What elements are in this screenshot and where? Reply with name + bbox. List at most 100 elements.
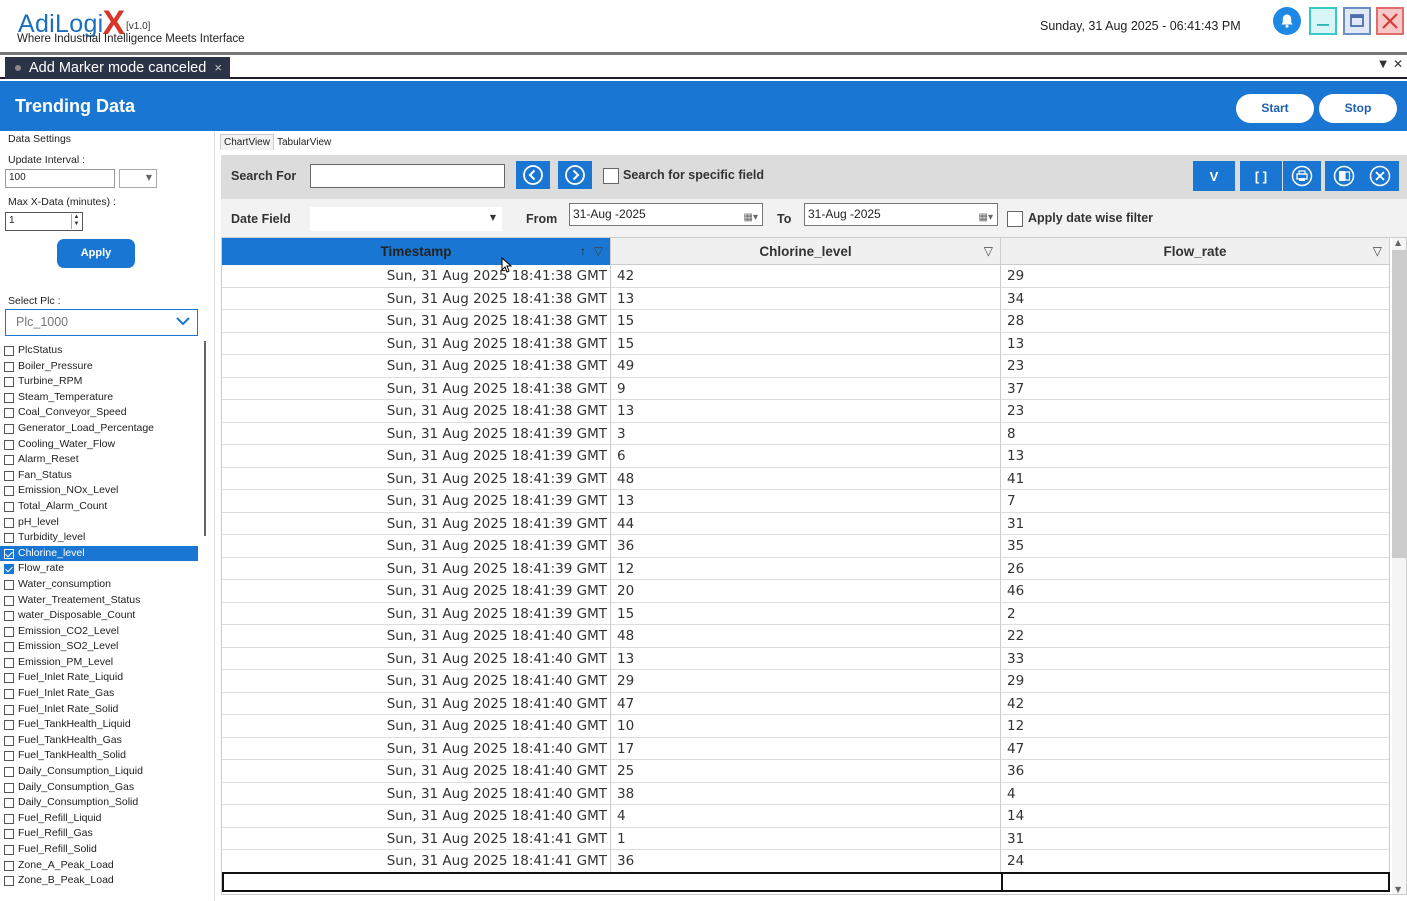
field-checkbox[interactable] [4, 642, 14, 653]
from-date-input[interactable]: 31-Aug -2025 ▦▾ [569, 203, 763, 226]
field-item[interactable]: Daily_Consumption_Solid [0, 795, 208, 811]
cell-timestamp[interactable]: Sun, 31 Aug 2025 18:41:40 GMT [222, 805, 611, 828]
cell-chlorine-level[interactable]: 48 [611, 625, 1001, 648]
cell-flow-rate[interactable]: 2 [1001, 602, 1390, 625]
field-checkbox[interactable] [4, 782, 14, 793]
cell-timestamp[interactable]: Sun, 31 Aug 2025 18:41:38 GMT [222, 332, 611, 355]
cell-flow-rate[interactable]: 42 [1001, 692, 1390, 715]
cell-timestamp[interactable]: Sun, 31 Aug 2025 18:41:39 GMT [222, 557, 611, 580]
table-row[interactable]: Sun, 31 Aug 2025 18:41:38 GMT 13 23 [222, 400, 1390, 423]
spinner-icon[interactable]: ▲ ▼ [71, 214, 81, 229]
field-checkbox[interactable] [4, 689, 14, 700]
cell-flow-rate[interactable]: 36 [1001, 760, 1390, 783]
field-checkbox[interactable] [4, 346, 14, 356]
field-item[interactable]: Emission_CO2_Level [0, 624, 208, 640]
field-checkbox[interactable] [4, 361, 14, 372]
cell-timestamp[interactable]: Sun, 31 Aug 2025 18:41:38 GMT [222, 377, 611, 400]
table-row[interactable]: Sun, 31 Aug 2025 18:41:38 GMT 15 13 [222, 332, 1390, 355]
cell-flow-rate[interactable]: 12 [1001, 715, 1390, 738]
field-item[interactable]: Fuel_Inlet Rate_Solid [0, 702, 208, 718]
field-item[interactable]: Cooling_Water_Flow [0, 437, 208, 453]
scroll-up-icon[interactable]: ▲ [1395, 238, 1401, 247]
cell-flow-rate[interactable]: 8 [1001, 422, 1390, 445]
cell-timestamp[interactable]: Sun, 31 Aug 2025 18:41:40 GMT [222, 692, 611, 715]
cell-flow-rate[interactable]: 34 [1001, 287, 1390, 310]
field-checkbox[interactable] [4, 704, 14, 715]
tab-add-marker[interactable]: Add Marker mode canceled × [5, 57, 230, 79]
cell-timestamp[interactable]: Sun, 31 Aug 2025 18:41:40 GMT [222, 760, 611, 783]
cell-timestamp[interactable]: Sun, 31 Aug 2025 18:41:39 GMT [222, 512, 611, 535]
cell-flow-rate[interactable]: 24 [1001, 850, 1390, 873]
cell-flow-rate[interactable]: 4 [1001, 782, 1390, 805]
cell-chlorine-level[interactable]: 25 [611, 760, 1001, 783]
cell-flow-rate[interactable]: 29 [1001, 265, 1390, 288]
cell-chlorine-level[interactable]: 13 [611, 647, 1001, 670]
close-view-button[interactable] [1361, 161, 1399, 191]
cell-timestamp[interactable]: Sun, 31 Aug 2025 18:41:39 GMT [222, 580, 611, 603]
cell-flow-rate[interactable]: 28 [1001, 310, 1390, 333]
cell-flow-rate[interactable]: 7 [1001, 490, 1390, 513]
v-button[interactable]: V [1193, 161, 1235, 191]
cell-timestamp[interactable]: Sun, 31 Aug 2025 18:41:38 GMT [222, 287, 611, 310]
table-row[interactable]: Sun, 31 Aug 2025 18:41:39 GMT 36 35 [222, 535, 1390, 558]
table-row[interactable]: Sun, 31 Aug 2025 18:41:40 GMT 4 14 [222, 805, 1390, 828]
field-checkbox[interactable] [4, 626, 14, 637]
plc-select[interactable]: Plc_1000 [5, 309, 198, 336]
stop-button[interactable]: Stop [1319, 94, 1397, 123]
field-item[interactable]: Fuel_TankHealth_Solid [0, 748, 208, 764]
field-checkbox[interactable] [4, 548, 14, 559]
cell-chlorine-level[interactable]: 48 [611, 467, 1001, 490]
table-row[interactable]: Sun, 31 Aug 2025 18:41:39 GMT 48 41 [222, 467, 1390, 490]
field-checkbox[interactable] [4, 876, 14, 887]
field-checkbox[interactable] [4, 657, 14, 668]
field-item[interactable]: Zone_A_Peak_Load [0, 858, 208, 874]
field-checkbox[interactable] [4, 720, 14, 731]
close-button[interactable] [1376, 7, 1404, 35]
cell-chlorine-level[interactable]: 44 [611, 512, 1001, 535]
field-checkbox[interactable] [4, 595, 14, 606]
field-checkbox[interactable] [4, 517, 14, 528]
cell-chlorine-level[interactable]: 3 [611, 422, 1001, 445]
field-item[interactable]: Emission_PM_Level [0, 655, 208, 671]
filter-icon[interactable]: ▽ [1373, 238, 1382, 265]
table-row[interactable]: Sun, 31 Aug 2025 18:41:40 GMT 48 22 [222, 625, 1390, 648]
cell-chlorine-level[interactable]: 6 [611, 445, 1001, 468]
field-item[interactable]: pH_level [0, 515, 208, 531]
table-row[interactable]: Sun, 31 Aug 2025 18:41:38 GMT 42 29 [222, 265, 1390, 288]
cell-flow-rate[interactable]: 22 [1001, 625, 1390, 648]
cell-chlorine-level[interactable]: 47 [611, 692, 1001, 715]
field-checkbox[interactable] [4, 533, 14, 544]
table-row[interactable]: Sun, 31 Aug 2025 18:41:39 GMT 44 31 [222, 512, 1390, 535]
cell-chlorine-level[interactable]: 38 [611, 782, 1001, 805]
cell-chlorine-level[interactable]: 29 [611, 670, 1001, 693]
field-checkbox[interactable] [4, 423, 14, 434]
cell-chlorine-level[interactable]: 15 [611, 602, 1001, 625]
cell-flow-rate[interactable]: 23 [1001, 400, 1390, 423]
field-item[interactable]: Coal_Conveyor_Speed [0, 405, 208, 421]
filter-icon[interactable]: ▽ [984, 238, 993, 265]
cell-timestamp[interactable]: Sun, 31 Aug 2025 18:41:39 GMT [222, 535, 611, 558]
field-item[interactable]: Chlorine_level [0, 545, 198, 562]
minimize-button[interactable] [1309, 7, 1337, 35]
cell-flow-rate[interactable]: 31 [1001, 827, 1390, 850]
cell-chlorine-level[interactable]: 42 [611, 265, 1001, 288]
table-row[interactable]: Sun, 31 Aug 2025 18:41:39 GMT 6 13 [222, 445, 1390, 468]
cell-chlorine-level[interactable]: 36 [611, 535, 1001, 558]
table-row[interactable]: Sun, 31 Aug 2025 18:41:40 GMT 38 4 [222, 782, 1390, 805]
sort-ascending-icon[interactable]: ↑ [580, 238, 586, 265]
table-row[interactable]: Sun, 31 Aug 2025 18:41:41 GMT 1 31 [222, 827, 1390, 850]
cell-flow-rate[interactable]: 23 [1001, 355, 1390, 378]
cell-flow-rate[interactable]: 14 [1001, 805, 1390, 828]
table-row[interactable]: Sun, 31 Aug 2025 18:41:40 GMT 17 47 [222, 737, 1390, 760]
field-item[interactable]: Water_consumption [0, 577, 208, 593]
tab-close-icon[interactable]: × [214, 60, 222, 75]
cell-timestamp[interactable]: Sun, 31 Aug 2025 18:41:40 GMT [222, 715, 611, 738]
field-item[interactable]: Alarm_Reset [0, 452, 208, 468]
tab-tabularview[interactable]: TabularView [273, 135, 335, 150]
field-item[interactable]: PlcStatus [0, 343, 208, 359]
cell-timestamp[interactable]: Sun, 31 Aug 2025 18:41:39 GMT [222, 467, 611, 490]
field-item[interactable]: Fan_Status [0, 468, 208, 484]
field-item[interactable]: Boiler_Pressure [0, 359, 208, 375]
tab-dropdown-icon[interactable]: ▼ [1379, 59, 1387, 70]
table-row[interactable]: Sun, 31 Aug 2025 18:41:39 GMT 13 7 [222, 490, 1390, 513]
